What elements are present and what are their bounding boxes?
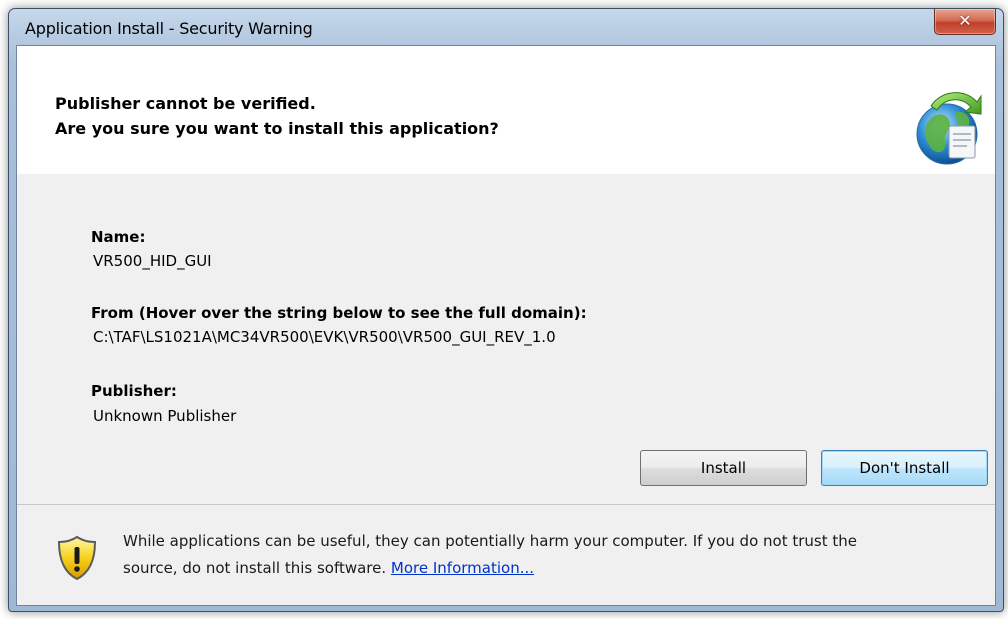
name-label: Name: (91, 228, 146, 246)
globe-install-icon (916, 92, 982, 165)
title-bar[interactable]: Application Install - Security Warning ✕ (9, 9, 1003, 45)
dialog-header: Publisher cannot be verified. Are you su… (17, 46, 995, 174)
warning-footer: While applications can be useful, they c… (17, 504, 995, 605)
warning-text-line2: source, do not install this software. Mo… (123, 559, 534, 577)
warning-text-prefix: source, do not install this software. (123, 559, 387, 577)
security-warning-dialog: Application Install - Security Warning ✕… (8, 8, 1004, 612)
header-title: Publisher cannot be verified. (55, 94, 316, 113)
dont-install-button[interactable]: Don't Install (821, 450, 988, 486)
more-information-link[interactable]: More Information... (391, 559, 534, 577)
warning-shield-icon (57, 535, 97, 581)
from-label: From (Hover over the string below to see… (91, 304, 587, 322)
header-question: Are you sure you want to install this ap… (55, 119, 499, 138)
warning-text-line1: While applications can be useful, they c… (123, 532, 857, 550)
close-button[interactable]: ✕ (934, 9, 996, 35)
dialog-content: Publisher cannot be verified. Are you su… (16, 45, 996, 606)
window-title: Application Install - Security Warning (25, 19, 313, 38)
app-name-value: VR500_HID_GUI (93, 252, 212, 270)
close-icon: ✕ (958, 11, 972, 30)
source-path-value[interactable]: C:\TAF\LS1021A\MC34VR500\EVK\VR500\VR500… (93, 328, 556, 346)
publisher-value: Unknown Publisher (93, 407, 237, 425)
publisher-label: Publisher: (91, 382, 177, 400)
install-button[interactable]: Install (640, 450, 807, 486)
